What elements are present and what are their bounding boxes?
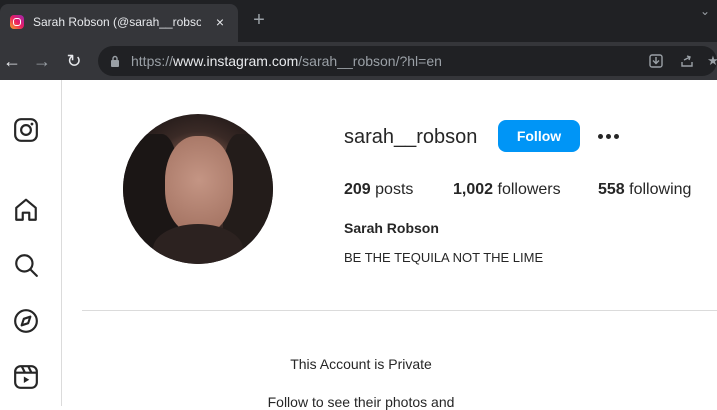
instagram-favicon-icon <box>10 15 24 29</box>
instagram-sidebar <box>0 80 62 406</box>
address-bar[interactable]: https://www.instagram.com/sarah__robson/… <box>98 46 717 76</box>
private-account-subtitle: Follow to see their photos and <box>267 394 455 410</box>
explore-compass-icon[interactable] <box>13 308 39 334</box>
lock-icon <box>111 55 119 67</box>
search-icon[interactable] <box>13 252 39 278</box>
reload-icon[interactable]: ↻ <box>64 51 84 71</box>
posts-count: 209 posts <box>344 181 414 198</box>
private-account-title: This Account is Private <box>290 356 432 372</box>
profile-avatar[interactable] <box>123 114 273 264</box>
close-tab-icon[interactable]: × <box>212 14 228 30</box>
share-icon[interactable] <box>679 53 695 69</box>
bookmark-star-icon[interactable]: ★ <box>705 53 717 69</box>
tab-search-chevron-icon[interactable]: ⌄ <box>700 4 714 18</box>
back-arrow-icon[interactable]: ← <box>2 51 22 71</box>
followers-link[interactable]: 1,002 followers <box>453 181 561 199</box>
browser-tab[interactable]: Sarah Robson (@sarah__robson) × <box>0 4 238 42</box>
instagram-logo-icon[interactable] <box>13 117 39 143</box>
tab-title: Sarah Robson (@sarah__robson) <box>33 15 201 29</box>
browser-toolbar: ← → ↻ https://www.instagram.com/sarah__r… <box>0 42 717 80</box>
divider <box>82 310 717 311</box>
follow-button[interactable]: Follow <box>498 120 580 152</box>
install-app-icon[interactable] <box>648 53 664 69</box>
profile-username: sarah__robson <box>344 126 478 148</box>
new-tab-button[interactable]: + <box>250 10 268 30</box>
reels-icon[interactable] <box>13 364 39 390</box>
url-text: https://www.instagram.com/sarah__robson/… <box>131 53 442 69</box>
browser-tab-bar: Sarah Robson (@sarah__robson) × + ⌄ <box>0 0 717 42</box>
forward-arrow-icon[interactable]: → <box>32 51 52 71</box>
more-options-icon[interactable] <box>596 124 622 148</box>
profile-bio: BE THE TEQUILA NOT THE LIME <box>344 250 544 265</box>
home-icon[interactable] <box>13 197 39 223</box>
profile-full-name: Sarah Robson <box>344 220 439 236</box>
following-link[interactable]: 558 following <box>598 181 691 199</box>
